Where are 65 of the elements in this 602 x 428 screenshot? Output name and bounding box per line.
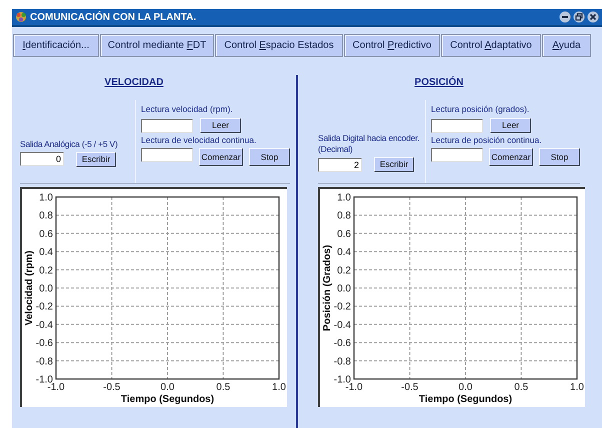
tick-label: 0.4 <box>337 247 351 258</box>
tick-label: 0.6 <box>337 228 351 240</box>
tick-label: -0.8 <box>36 356 53 368</box>
restore-icon[interactable] <box>573 11 585 23</box>
tick-label: 0.5 <box>216 382 230 393</box>
tick-label: -0.4 <box>36 320 53 331</box>
tick-label: 0.2 <box>337 265 351 276</box>
read-button[interactable]: Leer <box>200 118 241 133</box>
start-button[interactable]: Comenzar <box>489 148 533 166</box>
tick-label: -0.5 <box>401 382 418 393</box>
tick-label: -0.2 <box>334 302 351 313</box>
tick-label: -0.5 <box>103 382 120 393</box>
field-label: Lectura posición (grados). <box>431 104 530 115</box>
field-label: Salida Digital hacia encoder. (Decimal) <box>318 133 420 155</box>
tick-label: 0.5 <box>514 382 528 393</box>
close-icon[interactable] <box>587 11 599 23</box>
tick-label: 1.0 <box>337 192 351 204</box>
write-button[interactable]: Escribir <box>76 152 116 166</box>
tab-button[interactable]: Control mediante FDT <box>100 34 214 57</box>
section-heading: POSICIÓN <box>414 75 464 90</box>
write-button[interactable]: Escribir <box>374 157 414 172</box>
x-axis-title: Tiempo (Segundos) <box>120 394 214 405</box>
section-heading: VELOCIDAD <box>104 76 164 90</box>
tab-button[interactable]: Ayuda <box>542 34 591 57</box>
window-title: COMUNICACIÓN CON LA PLANTA. <box>30 10 196 24</box>
field-label: Salida Analógica (-5 / +5 V) <box>20 138 119 150</box>
tick-label: 0.0 <box>160 382 174 393</box>
stop-button[interactable]: Stop <box>539 148 580 166</box>
start-button[interactable]: Comenzar <box>199 148 243 166</box>
tab-button[interactable]: Identificación... <box>13 34 99 57</box>
tick-label: 0.2 <box>39 265 53 276</box>
y-axis-title: Posición (Grados) <box>322 244 333 332</box>
tick-label: 0.0 <box>337 284 351 294</box>
field-label: Lectura velocidad (rpm). <box>141 104 234 115</box>
tab-button[interactable]: Control Predictivo <box>344 34 440 57</box>
tab-button[interactable]: Control Espacio Estados <box>215 34 343 57</box>
tick-label: 0.8 <box>39 210 53 222</box>
x-axis-title: Tiempo (Segundos) <box>418 394 512 405</box>
minimize-icon[interactable] <box>559 11 571 23</box>
tick-label: -0.8 <box>334 356 351 368</box>
reading-field[interactable] <box>141 119 193 133</box>
field-label: Lectura de posición continua. <box>431 135 543 146</box>
tick-label: 1.0 <box>39 192 53 204</box>
tick-label: -0.6 <box>334 338 351 350</box>
reading-field[interactable] <box>431 119 483 133</box>
output-field[interactable]: 2 <box>318 158 362 172</box>
tick-label: -0.6 <box>36 338 53 350</box>
tick-label: 1.0 <box>272 382 286 393</box>
read-button[interactable]: Leer <box>490 118 531 133</box>
tick-label: 0.0 <box>39 284 53 294</box>
stop-button[interactable]: Stop <box>249 148 290 166</box>
y-axis-title: Velocidad (rpm) <box>24 250 35 326</box>
tick-label: 0.6 <box>39 228 53 240</box>
tick-label: 0.0 <box>458 382 472 393</box>
tab-button[interactable]: Control Adaptativo <box>441 34 541 57</box>
continuous-reading-field[interactable] <box>141 148 193 162</box>
field-label: Lectura de velocidad continua. <box>141 135 258 146</box>
tick-label: 0.4 <box>39 247 53 258</box>
app-icon <box>15 11 27 23</box>
tick-label: 1.0 <box>570 382 584 393</box>
tick-label: -0.4 <box>334 320 351 331</box>
output-field[interactable]: 0 <box>20 152 64 166</box>
tick-label: -0.2 <box>36 302 53 313</box>
tick-label: 0.8 <box>337 210 351 222</box>
continuous-reading-field[interactable] <box>431 148 483 162</box>
